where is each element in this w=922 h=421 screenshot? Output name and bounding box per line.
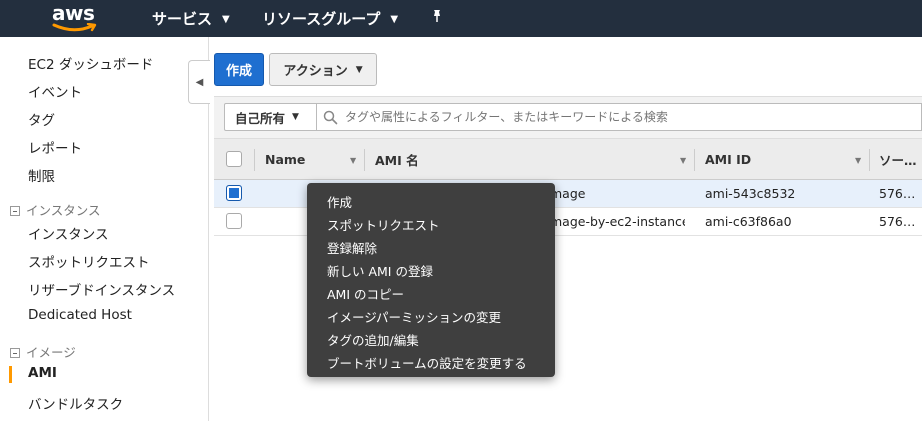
active-indicator [9, 366, 12, 383]
column-divider [364, 149, 365, 171]
aws-logo[interactable]: aws [52, 1, 100, 35]
menu-item-modify-image-permissions[interactable]: イメージパーミッションの変更 [327, 307, 501, 326]
collapse-icon [10, 206, 20, 216]
sidebar: EC2 ダッシュボード イベント タグ レポート 制限 インスタンス インスタン… [0, 37, 209, 421]
sidebar-collapse-button[interactable]: ◀ [188, 60, 210, 104]
owner-filter-dropdown[interactable]: 自己所有 ▼ [224, 103, 317, 131]
create-button[interactable]: 作成 [214, 53, 264, 86]
chevron-left-icon: ◀ [195, 76, 204, 88]
sidebar-section-images[interactable]: イメージ [10, 342, 76, 361]
column-divider [254, 149, 255, 171]
menu-item-copy-ami[interactable]: AMI のコピー [327, 284, 404, 303]
filter-bar: 自己所有 ▼ [214, 96, 922, 138]
sidebar-item-tags[interactable]: タグ [28, 109, 55, 129]
cell-ami-id: ami-543c8532 [705, 186, 796, 201]
top-navigation-bar: aws サービス ▼ リソースグループ ▼ [0, 0, 922, 37]
menu-item-modify-boot-volume-setting[interactable]: ブートボリュームの設定を変更する [327, 353, 527, 372]
resource-groups-menu[interactable]: リソースグループ ▼ [262, 8, 398, 29]
services-menu[interactable]: サービス ▼ [152, 8, 230, 29]
search-icon [323, 110, 338, 125]
row-checkbox[interactable] [226, 213, 242, 229]
cell-source: 576… [879, 186, 916, 201]
sidebar-section-label: イメージ [26, 345, 76, 360]
sidebar-item-reserved-instances[interactable]: リザーブドインスタンス [28, 279, 175, 299]
cell-ami-id: ami-c63f86a0 [705, 214, 792, 229]
sort-icon[interactable]: ▼ [855, 156, 861, 165]
resource-groups-label: リソースグループ [262, 10, 381, 28]
row-checkbox[interactable] [226, 185, 242, 201]
sidebar-item-instances[interactable]: インスタンス [28, 223, 108, 243]
search-box[interactable] [316, 103, 922, 131]
sidebar-item-dedicated-host[interactable]: Dedicated Host [28, 307, 132, 323]
pin-icon[interactable] [430, 9, 444, 27]
services-label: サービス [152, 10, 213, 28]
menu-item-add-edit-tags[interactable]: タグの追加/編集 [327, 330, 419, 349]
sidebar-item-spot-requests[interactable]: スポットリクエスト [28, 251, 150, 271]
chevron-down-icon: ▼ [222, 14, 230, 25]
column-divider [694, 149, 695, 171]
collapse-icon [10, 348, 20, 358]
sort-icon[interactable]: ▼ [680, 156, 686, 165]
sidebar-item-ec2-dashboard[interactable]: EC2 ダッシュボード [28, 53, 153, 73]
column-header-ami-name[interactable]: AMI 名 [375, 139, 419, 180]
menu-item-register-new-ami[interactable]: 新しい AMI の登録 [327, 261, 433, 280]
chevron-down-icon: ▼ [355, 64, 363, 75]
menu-item-deregister[interactable]: 登録解除 [327, 238, 377, 257]
column-header-source[interactable]: ソー… [879, 139, 917, 180]
aws-logo-text: aws [52, 1, 95, 25]
search-input[interactable] [345, 104, 915, 130]
column-header-name[interactable]: Name [265, 139, 305, 180]
column-header-ami-id[interactable]: AMI ID [705, 139, 751, 180]
create-button-label: 作成 [225, 64, 252, 79]
sidebar-item-bundle-tasks[interactable]: バンドルタスク [28, 393, 123, 413]
sort-icon[interactable]: ▼ [350, 156, 356, 165]
column-divider [869, 149, 870, 171]
sidebar-item-reports[interactable]: レポート [28, 137, 82, 157]
select-all-checkbox[interactable] [226, 151, 242, 167]
sidebar-section-label: インスタンス [26, 203, 101, 218]
table-header: Name ▼ AMI 名 ▼ AMI ID ▼ ソー… [214, 138, 922, 180]
actions-button-label: アクション [283, 64, 348, 79]
aws-smile-icon [52, 23, 97, 32]
cell-ami-name-text: mage [550, 186, 586, 201]
sidebar-item-events[interactable]: イベント [28, 81, 82, 101]
context-menu: 作成 スポットリクエスト 登録解除 新しい AMI の登録 AMI のコピー イ… [307, 183, 555, 377]
cell-ami-name-text: mage-by-ec2-instance [550, 214, 685, 229]
menu-item-spot-request[interactable]: スポットリクエスト [327, 215, 440, 234]
owner-filter-label: 自己所有 [235, 110, 286, 126]
chevron-down-icon: ▼ [390, 14, 399, 25]
chevron-down-icon: ▼ [292, 112, 299, 122]
cell-source: 576… [879, 214, 916, 229]
sidebar-section-instances[interactable]: インスタンス [10, 200, 101, 219]
actions-button[interactable]: アクション ▼ [269, 53, 377, 86]
sidebar-item-ami[interactable]: AMI [28, 365, 57, 381]
sidebar-item-limits[interactable]: 制限 [28, 165, 55, 185]
menu-item-create[interactable]: 作成 [327, 192, 352, 211]
